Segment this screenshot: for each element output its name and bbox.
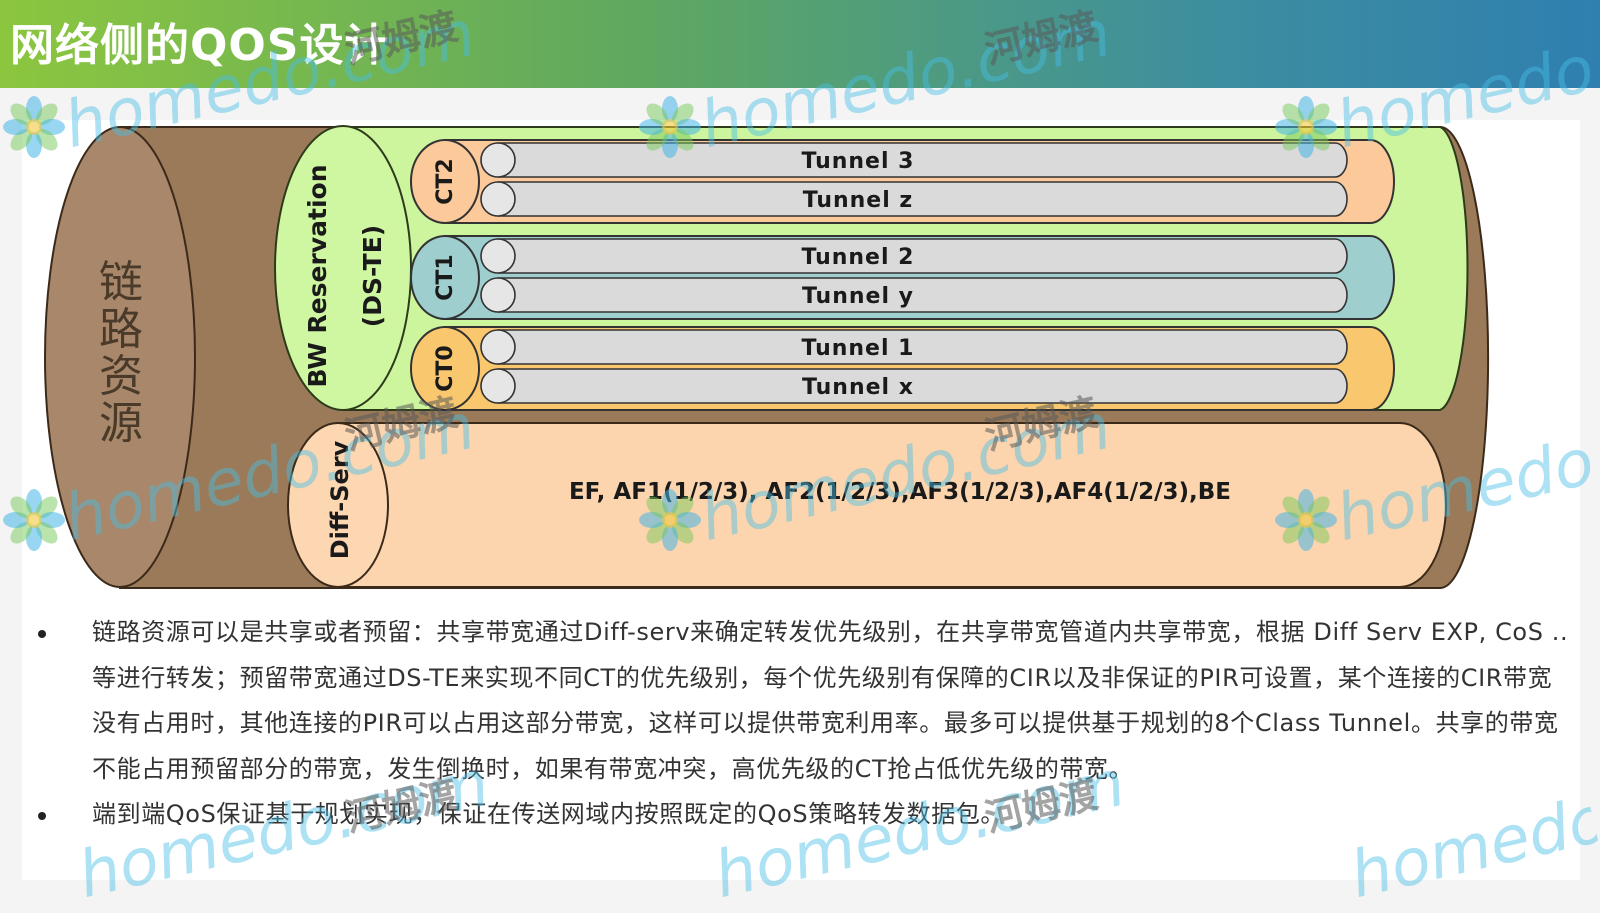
class-type-label: CT2 [433, 158, 458, 204]
class-type-label: CT1 [433, 254, 458, 300]
tunnel-label: Tunnel 2 [801, 245, 914, 270]
tunnel-pipe [497, 329, 1348, 365]
link-resource-label: 链 路 资 源 [99, 257, 143, 449]
tunnel-pipe-end [480, 329, 516, 365]
tunnel-pipe-end [480, 142, 516, 178]
bullet-dot [38, 630, 46, 638]
qos-cylinder-diagram: CT2 Tunnel 3Tunnel zCT1 Tunnel 2Tunnel yCT… [44, 125, 1490, 589]
tunnel-label: Tunnel z [803, 188, 914, 213]
diffserv-cylinder-body [337, 422, 1447, 588]
class-type-group-ct0: CT0 Tunnel 1 Tunnel x [410, 326, 1395, 411]
tunnel-label: Tunnel 1 [801, 336, 914, 361]
tunnel-pipe [497, 181, 1348, 217]
class-type-group-ct2: CT2 Tunnel 3 Tunnel z [410, 139, 1395, 224]
ds-te-label: (DS-TE) [358, 225, 387, 327]
tunnel-pipe-end [480, 238, 516, 274]
bw-reservation-label: BW Reservation [303, 165, 332, 388]
tunnel-label: Tunnel y [802, 284, 914, 309]
bullet-dot [38, 812, 46, 820]
bullet-text: 链路资源可以是共享或者预留：共享带宽通过Diff-serv来确定转发优先级别，在… [92, 618, 1569, 783]
diff-serv-label: Diff-Serv [326, 440, 354, 559]
bullet-item: 链路资源可以是共享或者预留：共享带宽通过Diff-serv来确定转发优先级别，在… [30, 610, 1570, 792]
link-resource-char: 链 [99, 257, 143, 308]
bullet-list: 链路资源可以是共享或者预留：共享带宽通过Diff-serv来确定转发优先级别，在… [30, 610, 1570, 838]
tunnel-label: Tunnel 3 [801, 149, 914, 174]
link-resource-char: 资 [99, 351, 143, 402]
tunnel-pipe [497, 368, 1348, 404]
bullet-text: 端到端QoS保证基于规划实现，保证在传送网域内按照既定的QoS策略转发数据包。 [92, 800, 1006, 828]
tunnel-pipe [497, 277, 1348, 313]
tunnel-pipe [497, 238, 1348, 274]
diff-serv-classes: EF, AF1(1/2/3), AF2(1/2/3),AF3(1/2/3),AF… [569, 479, 1231, 505]
tunnel-pipe-end [480, 181, 516, 217]
bw-reservation-cylinder-end [274, 125, 412, 411]
tunnel-pipe-end [480, 277, 516, 313]
tunnel-pipe-end [480, 368, 516, 404]
link-resource-char: 路 [99, 304, 143, 355]
tunnel-pipe [497, 142, 1348, 178]
class-type-label: CT0 [433, 345, 458, 391]
tunnel-label: Tunnel x [802, 375, 914, 400]
class-type-group-ct1: CT1 Tunnel 2 Tunnel y [410, 235, 1395, 320]
link-resource-char: 源 [99, 398, 143, 449]
bullet-item: 端到端QoS保证基于规划实现，保证在传送网域内按照既定的QoS策略转发数据包。 [30, 792, 1570, 838]
